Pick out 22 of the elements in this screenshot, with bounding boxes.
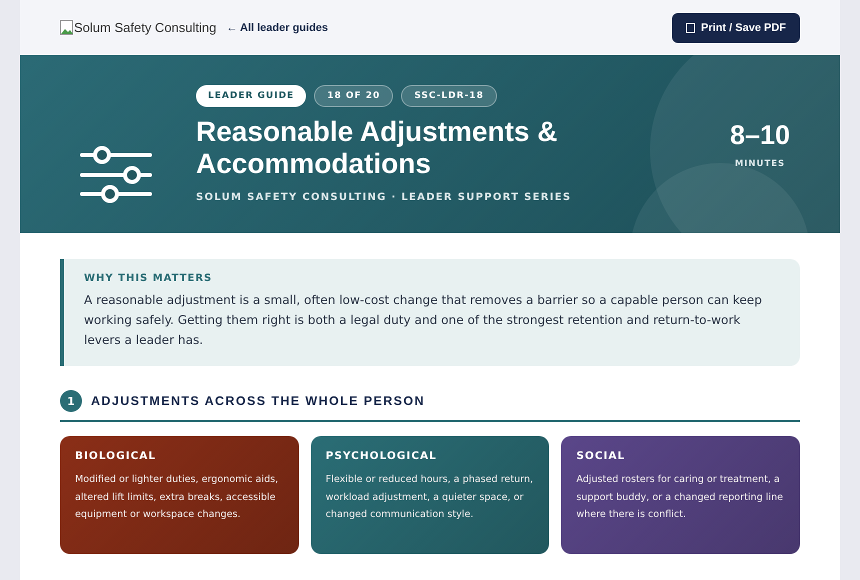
card-title: BIOLOGICAL bbox=[75, 450, 158, 462]
callout-text: A reasonable adjustment is a small, often low-cost change that removes a barrier so a capable person can keep working safely. Getting them right is both a legal duty and one of the strongest retention and return-to-work levers a leader has. bbox=[84, 292, 763, 349]
card-text: Modified or lighter duties, ergonomic aids, altered lift limits, extra breaks, accessible equipment or workspace changes. bbox=[75, 473, 280, 522]
broken-image-icon bbox=[60, 20, 74, 36]
logo-text: Solum Safety Consulting bbox=[74, 20, 216, 35]
duration: 8–10 bbox=[728, 120, 792, 151]
back-link[interactable]: ← All leader guides bbox=[226, 22, 328, 34]
print-button[interactable]: Print / Save PDF bbox=[672, 12, 800, 42]
callout-heading: WHY THIS MATTERS bbox=[84, 273, 214, 284]
duration-unit: MINUTES bbox=[734, 159, 786, 169]
section-number: 1 bbox=[60, 390, 82, 412]
card-title: SOCIAL bbox=[576, 450, 626, 462]
card-title: PSYCHOLOGICAL bbox=[326, 450, 438, 462]
guide-badge: LEADER GUIDE bbox=[196, 85, 306, 107]
guide-badge: 18 OF 20 bbox=[314, 85, 394, 107]
card-text: Adjusted rosters for caring or treatment, a support buddy, or a changed reporting line where there is conflict. bbox=[576, 473, 784, 522]
series-subtitle: SOLUM SAFETY CONSULTING · LEADER SUPPORT SERIES bbox=[196, 192, 572, 203]
section-title: ADJUSTMENTS ACROSS THE WHOLE PERSON bbox=[91, 394, 425, 408]
missing-glyph-icon bbox=[686, 22, 696, 32]
card-text: Flexible or reduced hours, a phased return, workload adjustment, a quieter space, or changed communication style. bbox=[326, 473, 534, 522]
guide-badge: SSC-LDR-18 bbox=[401, 85, 497, 107]
guide-title: Reasonable Adjustments & Accommodations bbox=[196, 116, 558, 180]
